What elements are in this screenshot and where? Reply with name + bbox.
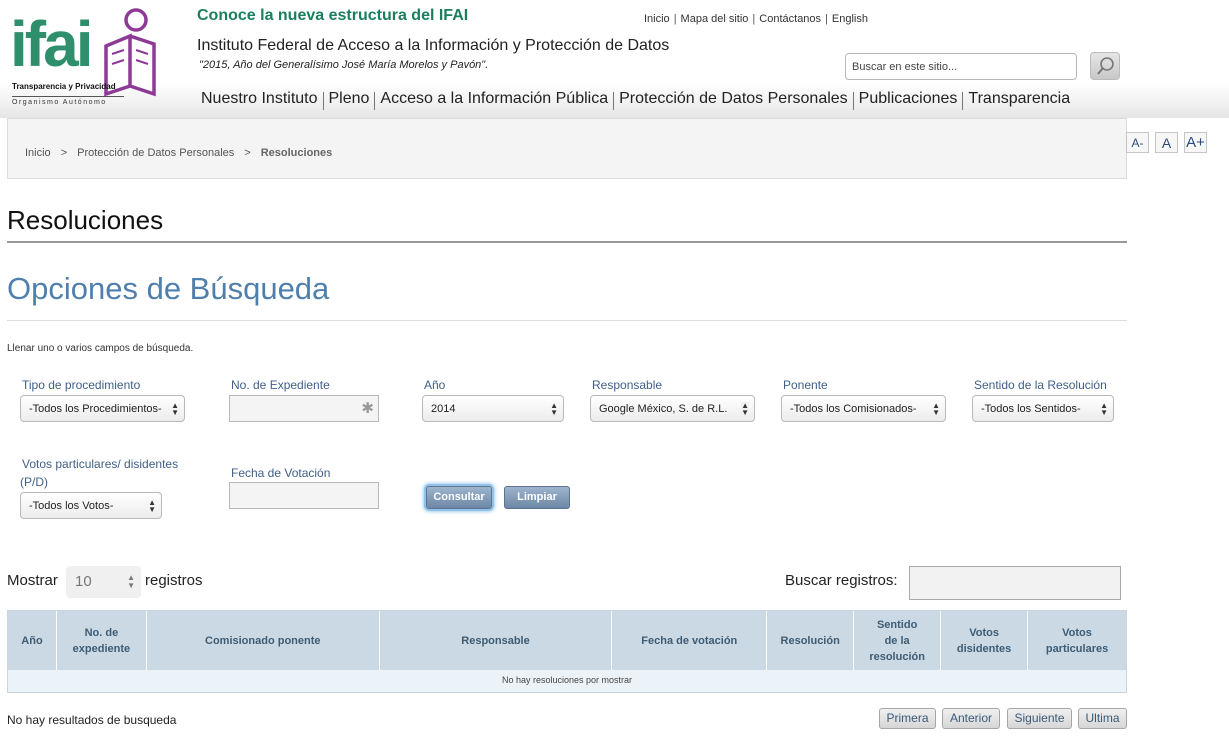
fecha-label: Fecha de Votación [231,466,331,480]
show-entries-value: 10 [75,573,92,590]
pager-last-button[interactable]: Ultima [1078,708,1127,729]
column-header-fecha[interactable]: Fecha de votación [612,611,768,670]
top-links: Inicio | Mapa del sitio | Contáctanos | … [640,13,872,25]
search-options-heading: Opciones de Búsqueda [7,271,330,306]
responsable-label: Responsable [592,378,663,392]
page-title: Resoluciones [7,205,164,235]
site-search-input[interactable]: Buscar en este sitio... [845,53,1077,80]
tipo-select-value: -Todos los Procedimientos- [29,403,162,415]
logo-divider [12,96,124,97]
select-arrows-icon: ▲ ▼ [741,401,749,417]
table-header: Año No. de expediente Comisionado ponent… [8,611,1126,670]
fecha-votacion-input[interactable] [229,482,379,509]
column-header-votos-particulares[interactable]: Votos particulares [1028,611,1126,670]
column-header-resolucion[interactable]: Resolución [767,611,855,670]
font-size-controls: A- A A+ [1126,132,1207,153]
select-arrows-icon: ▲ ▼ [932,401,940,417]
expediente-label: No. de Expediente [231,378,330,392]
sentido-select-value: -Todos los Sentidos- [981,403,1081,415]
nav-publicaciones[interactable]: Publicaciones [854,90,963,110]
breadcrumb-separator: > [60,147,68,159]
magnifier-icon [1097,57,1114,75]
anio-select[interactable]: 2014 ▲ ▼ [422,395,564,422]
votos-label: Votos particulares/ disidentes [22,457,179,471]
column-header-comisionado[interactable]: Comisionado ponente [147,611,380,670]
logo-subtitle: Organismo Autónomo [12,99,107,106]
institution-motto: "2015, Año del Generalísimo José María M… [199,59,489,71]
breadcrumb: Inicio > Protección de Datos Personales … [7,118,1127,179]
column-header-anio[interactable]: Año [8,611,57,670]
tipo-select[interactable]: -Todos los Procedimientos- ▲ ▼ [20,395,185,422]
show-entries-suffix: registros [145,572,203,589]
pager-previous-button[interactable]: Anterior [942,708,1000,729]
anio-select-value: 2014 [431,403,456,415]
show-entries-select[interactable]: 10 ▲ ▼ [66,566,141,598]
tipo-label: Tipo de procedimiento [22,378,141,392]
required-asterisk-icon: ✱ [361,400,374,417]
select-arrows-icon: ▲ ▼ [148,498,156,514]
anio-label: Año [424,378,446,392]
sentido-label: Sentido de la Resolución [974,378,1107,392]
logo-wordmark: ifai [10,8,93,80]
select-arrows-icon: ▲ ▼ [1100,401,1108,417]
no-results-text: No hay resultados de busqueda [7,713,177,727]
expediente-input[interactable]: ✱ [229,395,379,422]
font-decrease-button[interactable]: A- [1126,132,1149,153]
responsable-select[interactable]: Google México, S. de R.L. ▲ ▼ [590,395,755,422]
breadcrumb-current: Resoluciones [260,147,333,159]
ponente-select-value: -Todos los Comisionados- [790,403,917,415]
logo-tagline: Transparencia y Privacidad [12,82,116,91]
pager-next-button[interactable]: Siguiente [1007,708,1072,729]
ponente-label: Ponente [783,378,828,392]
column-header-responsable[interactable]: Responsable [380,611,613,670]
instructions-text: Llenar uno o varios campos de búsqueda. [7,343,194,354]
select-arrows-icon: ▲ ▼ [171,401,179,417]
resolutions-table: Año No. de expediente Comisionado ponent… [7,610,1127,693]
main-nav: Nuestro Instituto Pleno Acceso a la Info… [196,90,1075,110]
font-increase-button[interactable]: A+ [1184,132,1207,153]
column-header-votos-disidentes[interactable]: Votos disidentes [941,611,1029,670]
select-arrows-icon: ▲ ▼ [550,401,558,417]
nav-proteccion-datos[interactable]: Protección de Datos Personales [614,90,853,110]
heading-divider [7,320,1127,321]
pager-first-button[interactable]: Primera [879,708,936,729]
font-reset-button[interactable]: A [1155,132,1178,153]
responsable-select-value: Google México, S. de R.L. [599,403,728,415]
nav-acceso-informacion[interactable]: Acceso a la Información Pública [375,90,613,110]
show-entries-label: Mostrar [7,572,58,589]
toplink-inicio[interactable]: Inicio [640,13,674,25]
consultar-button[interactable]: Consultar [426,486,492,509]
nav-transparencia[interactable]: Transparencia [963,90,1075,110]
promo-link[interactable]: Conoce la nueva estructura del IFAI [197,7,468,25]
votos-label-suffix: (P/D) [20,475,48,489]
select-arrows-icon: ▲ ▼ [127,573,135,590]
breadcrumb-proteccion[interactable]: Protección de Datos Personales [77,147,234,178]
votos-select-value: -Todos los Votos- [29,500,114,512]
breadcrumb-inicio[interactable]: Inicio [25,147,51,178]
find-records-input[interactable] [909,566,1121,600]
title-divider [7,241,1127,243]
column-header-sentido[interactable]: Sentido de la resolución [854,611,942,670]
find-records-label: Buscar registros: [785,572,898,589]
toplink-mapa[interactable]: Mapa del sitio [677,13,753,25]
institution-name: Instituto Federal de Acceso a la Informa… [197,37,670,54]
votos-select[interactable]: -Todos los Votos- ▲ ▼ [20,492,162,519]
ifai-logo[interactable]: ifai Transparencia y Privacidad Organism… [10,8,160,108]
toplink-contacto[interactable]: Contáctanos [755,13,825,25]
column-header-expediente[interactable]: No. de expediente [57,611,147,670]
sentido-select[interactable]: -Todos los Sentidos- ▲ ▼ [972,395,1114,422]
table-empty-row: No hay resoluciones por mostrar [8,670,1126,692]
search-button[interactable] [1090,52,1120,80]
nav-nuestro-instituto[interactable]: Nuestro Instituto [196,90,323,110]
nav-pleno[interactable]: Pleno [324,90,375,110]
ponente-select[interactable]: -Todos los Comisionados- ▲ ▼ [781,395,946,422]
site-header: ifai Transparencia y Privacidad Organism… [0,0,1229,118]
breadcrumb-separator: > [244,147,251,159]
limpiar-button[interactable]: Limpiar [504,486,570,509]
toplink-english[interactable]: English [828,13,872,25]
